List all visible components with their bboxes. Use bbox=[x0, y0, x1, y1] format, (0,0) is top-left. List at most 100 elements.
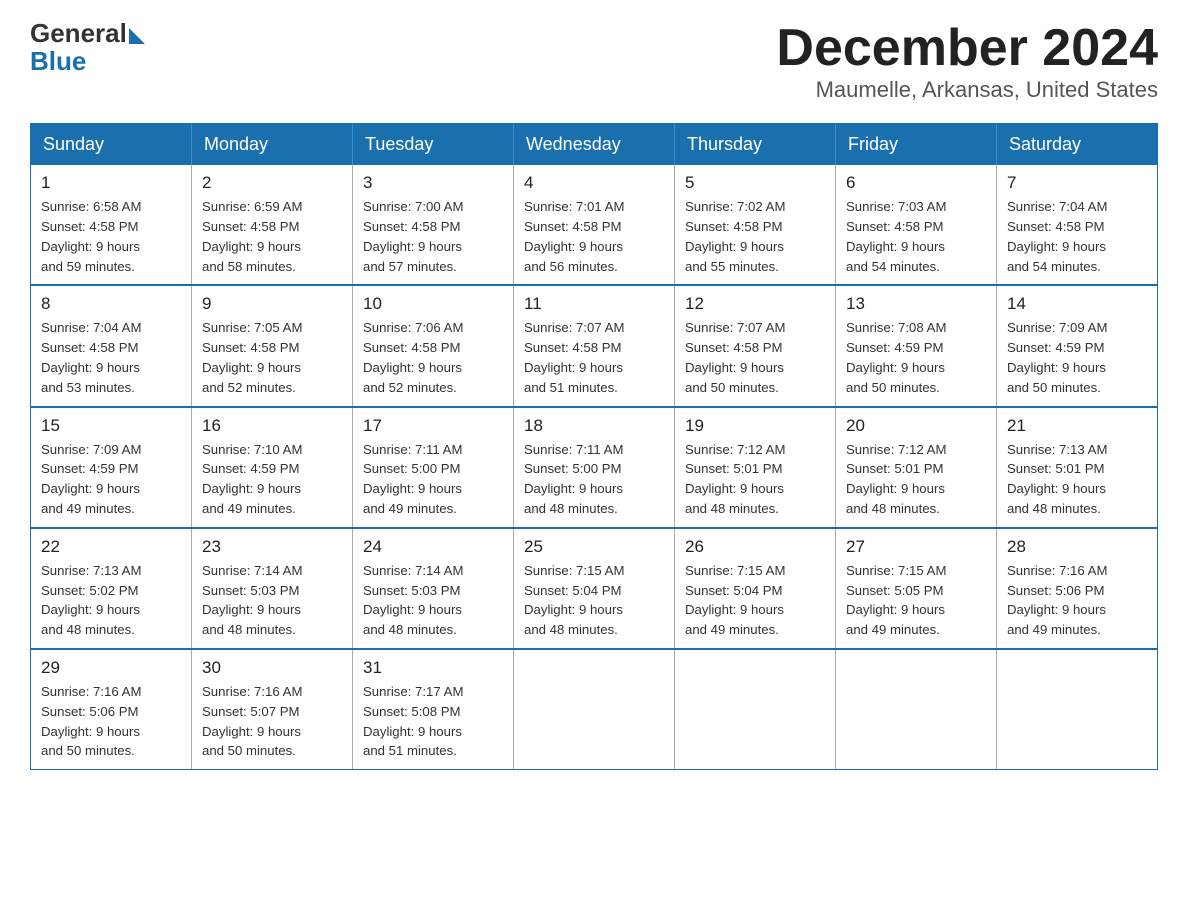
day-info: Sunrise: 7:12 AM Sunset: 5:01 PM Dayligh… bbox=[685, 440, 825, 519]
day-number: 21 bbox=[1007, 416, 1147, 436]
calendar-cell: 21 Sunrise: 7:13 AM Sunset: 5:01 PM Dayl… bbox=[997, 407, 1158, 528]
calendar-cell: 28 Sunrise: 7:16 AM Sunset: 5:06 PM Dayl… bbox=[997, 528, 1158, 649]
day-number: 24 bbox=[363, 537, 503, 557]
calendar-cell: 5 Sunrise: 7:02 AM Sunset: 4:58 PM Dayli… bbox=[675, 165, 836, 285]
day-number: 8 bbox=[41, 294, 181, 314]
day-info: Sunrise: 7:09 AM Sunset: 4:59 PM Dayligh… bbox=[41, 440, 181, 519]
calendar-cell: 30 Sunrise: 7:16 AM Sunset: 5:07 PM Dayl… bbox=[192, 649, 353, 770]
logo: General Blue bbox=[30, 20, 147, 77]
day-info: Sunrise: 7:13 AM Sunset: 5:02 PM Dayligh… bbox=[41, 561, 181, 640]
calendar-cell: 15 Sunrise: 7:09 AM Sunset: 4:59 PM Dayl… bbox=[31, 407, 192, 528]
calendar-cell: 31 Sunrise: 7:17 AM Sunset: 5:08 PM Dayl… bbox=[353, 649, 514, 770]
calendar-cell bbox=[997, 649, 1158, 770]
day-number: 16 bbox=[202, 416, 342, 436]
calendar-cell: 4 Sunrise: 7:01 AM Sunset: 4:58 PM Dayli… bbox=[514, 165, 675, 285]
day-number: 14 bbox=[1007, 294, 1147, 314]
day-info: Sunrise: 7:16 AM Sunset: 5:06 PM Dayligh… bbox=[41, 682, 181, 761]
day-info: Sunrise: 7:05 AM Sunset: 4:58 PM Dayligh… bbox=[202, 318, 342, 397]
calendar-header-row: SundayMondayTuesdayWednesdayThursdayFrid… bbox=[31, 124, 1158, 166]
logo-blue-text: Blue bbox=[30, 46, 86, 77]
calendar-cell: 7 Sunrise: 7:04 AM Sunset: 4:58 PM Dayli… bbox=[997, 165, 1158, 285]
calendar-cell: 24 Sunrise: 7:14 AM Sunset: 5:03 PM Dayl… bbox=[353, 528, 514, 649]
calendar-cell: 19 Sunrise: 7:12 AM Sunset: 5:01 PM Dayl… bbox=[675, 407, 836, 528]
title-section: December 2024 Maumelle, Arkansas, United… bbox=[776, 20, 1158, 103]
day-info: Sunrise: 7:12 AM Sunset: 5:01 PM Dayligh… bbox=[846, 440, 986, 519]
calendar-cell: 11 Sunrise: 7:07 AM Sunset: 4:58 PM Dayl… bbox=[514, 285, 675, 406]
calendar-cell: 6 Sunrise: 7:03 AM Sunset: 4:58 PM Dayli… bbox=[836, 165, 997, 285]
day-number: 4 bbox=[524, 173, 664, 193]
day-info: Sunrise: 7:04 AM Sunset: 4:58 PM Dayligh… bbox=[41, 318, 181, 397]
calendar-week-5: 29 Sunrise: 7:16 AM Sunset: 5:06 PM Dayl… bbox=[31, 649, 1158, 770]
calendar-cell: 9 Sunrise: 7:05 AM Sunset: 4:58 PM Dayli… bbox=[192, 285, 353, 406]
day-info: Sunrise: 7:15 AM Sunset: 5:04 PM Dayligh… bbox=[685, 561, 825, 640]
calendar-cell: 23 Sunrise: 7:14 AM Sunset: 5:03 PM Dayl… bbox=[192, 528, 353, 649]
day-number: 2 bbox=[202, 173, 342, 193]
calendar-cell: 18 Sunrise: 7:11 AM Sunset: 5:00 PM Dayl… bbox=[514, 407, 675, 528]
calendar-cell: 13 Sunrise: 7:08 AM Sunset: 4:59 PM Dayl… bbox=[836, 285, 997, 406]
calendar-cell bbox=[675, 649, 836, 770]
calendar-cell: 27 Sunrise: 7:15 AM Sunset: 5:05 PM Dayl… bbox=[836, 528, 997, 649]
calendar-cell: 12 Sunrise: 7:07 AM Sunset: 4:58 PM Dayl… bbox=[675, 285, 836, 406]
day-number: 6 bbox=[846, 173, 986, 193]
day-header-monday: Monday bbox=[192, 124, 353, 166]
day-number: 5 bbox=[685, 173, 825, 193]
day-number: 26 bbox=[685, 537, 825, 557]
day-number: 13 bbox=[846, 294, 986, 314]
page-subtitle: Maumelle, Arkansas, United States bbox=[776, 77, 1158, 103]
day-info: Sunrise: 7:17 AM Sunset: 5:08 PM Dayligh… bbox=[363, 682, 503, 761]
calendar-cell: 3 Sunrise: 7:00 AM Sunset: 4:58 PM Dayli… bbox=[353, 165, 514, 285]
day-info: Sunrise: 6:58 AM Sunset: 4:58 PM Dayligh… bbox=[41, 197, 181, 276]
day-number: 17 bbox=[363, 416, 503, 436]
day-info: Sunrise: 7:13 AM Sunset: 5:01 PM Dayligh… bbox=[1007, 440, 1147, 519]
calendar-cell: 26 Sunrise: 7:15 AM Sunset: 5:04 PM Dayl… bbox=[675, 528, 836, 649]
day-info: Sunrise: 7:15 AM Sunset: 5:05 PM Dayligh… bbox=[846, 561, 986, 640]
day-info: Sunrise: 7:15 AM Sunset: 5:04 PM Dayligh… bbox=[524, 561, 664, 640]
day-number: 22 bbox=[41, 537, 181, 557]
logo-top: General bbox=[30, 20, 147, 46]
day-number: 7 bbox=[1007, 173, 1147, 193]
day-number: 15 bbox=[41, 416, 181, 436]
day-header-wednesday: Wednesday bbox=[514, 124, 675, 166]
day-number: 1 bbox=[41, 173, 181, 193]
day-number: 9 bbox=[202, 294, 342, 314]
calendar-cell: 22 Sunrise: 7:13 AM Sunset: 5:02 PM Dayl… bbox=[31, 528, 192, 649]
day-number: 11 bbox=[524, 294, 664, 314]
day-number: 19 bbox=[685, 416, 825, 436]
calendar-cell: 8 Sunrise: 7:04 AM Sunset: 4:58 PM Dayli… bbox=[31, 285, 192, 406]
day-number: 12 bbox=[685, 294, 825, 314]
day-info: Sunrise: 7:02 AM Sunset: 4:58 PM Dayligh… bbox=[685, 197, 825, 276]
calendar-cell: 10 Sunrise: 7:06 AM Sunset: 4:58 PM Dayl… bbox=[353, 285, 514, 406]
calendar-cell bbox=[836, 649, 997, 770]
day-number: 29 bbox=[41, 658, 181, 678]
day-info: Sunrise: 7:09 AM Sunset: 4:59 PM Dayligh… bbox=[1007, 318, 1147, 397]
day-info: Sunrise: 7:14 AM Sunset: 5:03 PM Dayligh… bbox=[202, 561, 342, 640]
calendar-week-4: 22 Sunrise: 7:13 AM Sunset: 5:02 PM Dayl… bbox=[31, 528, 1158, 649]
calendar-cell bbox=[514, 649, 675, 770]
calendar-cell: 20 Sunrise: 7:12 AM Sunset: 5:01 PM Dayl… bbox=[836, 407, 997, 528]
page-title: December 2024 bbox=[776, 20, 1158, 77]
day-info: Sunrise: 7:16 AM Sunset: 5:06 PM Dayligh… bbox=[1007, 561, 1147, 640]
day-number: 10 bbox=[363, 294, 503, 314]
day-number: 3 bbox=[363, 173, 503, 193]
day-info: Sunrise: 7:14 AM Sunset: 5:03 PM Dayligh… bbox=[363, 561, 503, 640]
day-info: Sunrise: 7:03 AM Sunset: 4:58 PM Dayligh… bbox=[846, 197, 986, 276]
day-header-sunday: Sunday bbox=[31, 124, 192, 166]
logo-general-text: General bbox=[30, 20, 127, 46]
day-number: 25 bbox=[524, 537, 664, 557]
day-info: Sunrise: 7:07 AM Sunset: 4:58 PM Dayligh… bbox=[685, 318, 825, 397]
calendar-cell: 25 Sunrise: 7:15 AM Sunset: 5:04 PM Dayl… bbox=[514, 528, 675, 649]
day-info: Sunrise: 7:11 AM Sunset: 5:00 PM Dayligh… bbox=[363, 440, 503, 519]
day-header-saturday: Saturday bbox=[997, 124, 1158, 166]
day-info: Sunrise: 7:11 AM Sunset: 5:00 PM Dayligh… bbox=[524, 440, 664, 519]
calendar-week-1: 1 Sunrise: 6:58 AM Sunset: 4:58 PM Dayli… bbox=[31, 165, 1158, 285]
calendar-cell: 1 Sunrise: 6:58 AM Sunset: 4:58 PM Dayli… bbox=[31, 165, 192, 285]
day-info: Sunrise: 7:10 AM Sunset: 4:59 PM Dayligh… bbox=[202, 440, 342, 519]
day-info: Sunrise: 7:08 AM Sunset: 4:59 PM Dayligh… bbox=[846, 318, 986, 397]
day-info: Sunrise: 7:16 AM Sunset: 5:07 PM Dayligh… bbox=[202, 682, 342, 761]
day-header-tuesday: Tuesday bbox=[353, 124, 514, 166]
calendar-cell: 17 Sunrise: 7:11 AM Sunset: 5:00 PM Dayl… bbox=[353, 407, 514, 528]
calendar-cell: 2 Sunrise: 6:59 AM Sunset: 4:58 PM Dayli… bbox=[192, 165, 353, 285]
day-number: 18 bbox=[524, 416, 664, 436]
day-number: 20 bbox=[846, 416, 986, 436]
calendar-week-3: 15 Sunrise: 7:09 AM Sunset: 4:59 PM Dayl… bbox=[31, 407, 1158, 528]
